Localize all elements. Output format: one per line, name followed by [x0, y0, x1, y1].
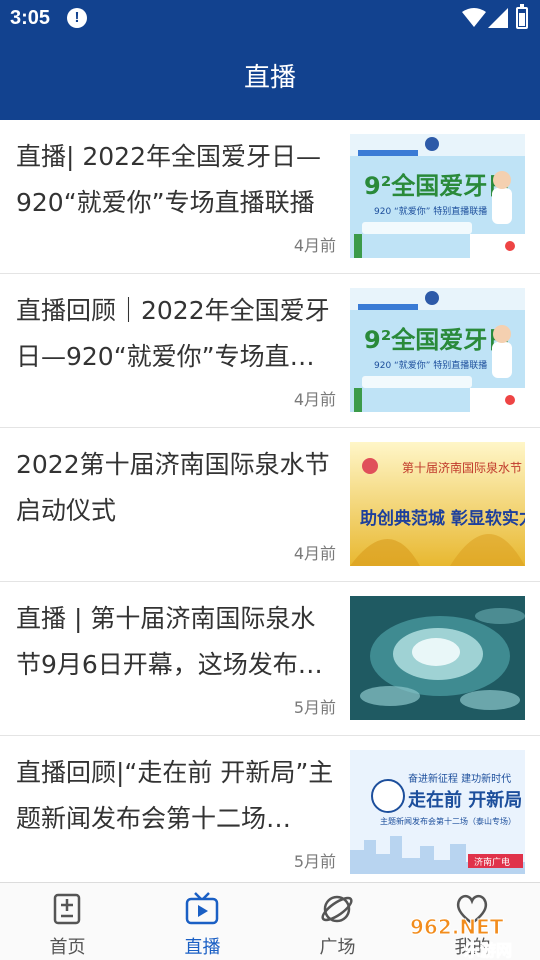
- app-bar: 直播: [0, 36, 540, 120]
- article-title: 2022第十届济南国际泉水节启动仪式: [16, 450, 330, 525]
- list-item[interactable]: 直播回顾｜2022年全国爱牙日—920“就爱你”专场直… 4月前 9²全国爱牙日…: [0, 274, 540, 428]
- article-thumbnail: 奋进新征程 建功新时代 走在前 开新局 主题新闻发布会第十二场（泰山专场） 济南…: [350, 750, 525, 874]
- tv-play-icon: [185, 892, 219, 925]
- tab-label: 广场: [319, 937, 356, 958]
- thumb-line2: 走在前 开新局: [408, 789, 522, 811]
- watermark-bottom: 乐游网: [464, 941, 512, 960]
- tab-label: 直播: [184, 937, 221, 958]
- thumb-line3: 主题新闻发布会第十二场（泰山专场）: [380, 816, 516, 826]
- thumb-sub-text: 920 “就爱你” 特别直播联播: [374, 359, 487, 371]
- thumb-top-text: 第十届济南国际泉水节: [402, 460, 522, 475]
- watermark-logo: 962.NET 乐游网: [410, 915, 513, 960]
- article-thumbnail: 9²全国爱牙日 920 “就爱你” 特别直播联播: [350, 134, 525, 258]
- wifi-icon: [462, 8, 486, 27]
- article-thumbnail: [350, 596, 525, 720]
- article-thumbnail: 第十届济南国际泉水节 助创典范城 彰显软实力: [350, 442, 525, 566]
- cell-signal-icon: [488, 8, 508, 28]
- article-title: 直播回顾|“走在前 开新局”主题新闻发布会第十二场…: [16, 758, 334, 833]
- thumb-sub-text: 920 “就爱你” 特别直播联播: [374, 205, 487, 217]
- planet-icon: [321, 895, 353, 923]
- article-title: 直播| 2022年全国爱牙日—920“就爱你”专场直播联播: [16, 142, 321, 217]
- status-time: 3:05: [10, 7, 51, 29]
- home-document-icon: [53, 893, 81, 925]
- battery-icon: [516, 4, 528, 29]
- article-time: 5月前: [293, 698, 336, 717]
- alert-icon: !: [67, 8, 87, 28]
- tab-plaza[interactable]: 广场: [270, 883, 405, 960]
- article-thumbnail: 9²全国爱牙日 920 “就爱你” 特别直播联播: [350, 288, 525, 412]
- article-title: 直播回顾｜2022年全国爱牙日—920“就爱你”专场直…: [16, 296, 330, 371]
- article-list[interactable]: 直播| 2022年全国爱牙日—920“就爱你”专场直播联播 4月前 9²全国爱牙…: [0, 120, 540, 882]
- article-time: 4月前: [293, 544, 336, 563]
- article-time: 4月前: [293, 390, 336, 409]
- tab-live[interactable]: 直播: [135, 883, 270, 960]
- tab-label: 首页: [49, 937, 86, 958]
- article-title: 直播 | 第十届济南国际泉水节9月6日开幕，这场发布…: [16, 604, 323, 679]
- list-item[interactable]: 直播回顾|“走在前 开新局”主题新闻发布会第十二场… 5月前 奋进新征程 建功新…: [0, 736, 540, 882]
- watermark-top: 962.NET: [410, 915, 504, 939]
- page-title: 直播: [243, 63, 296, 93]
- thumb-line1: 奋进新征程 建功新时代: [408, 772, 511, 785]
- list-item[interactable]: 直播| 2022年全国爱牙日—920“就爱你”专场直播联播 4月前 9²全国爱牙…: [0, 120, 540, 274]
- tab-home[interactable]: 首页: [0, 883, 135, 960]
- thumb-main-text: 助创典范城 彰显软实力: [360, 508, 525, 529]
- article-time: 4月前: [293, 236, 336, 255]
- article-time: 5月前: [293, 852, 336, 871]
- thumb-big-text: 9²全国爱牙日: [364, 172, 511, 200]
- list-item[interactable]: 直播 | 第十届济南国际泉水节9月6日开幕，这场发布… 5月前: [0, 582, 540, 736]
- thumb-big-text: 9²全国爱牙日: [364, 326, 511, 354]
- status-bar: 3:05 !: [0, 0, 540, 36]
- list-item[interactable]: 2022第十届济南国际泉水节启动仪式 4月前 第十届济南国际泉水节 助创典范城 …: [0, 428, 540, 582]
- thumb-badge: 济南广电: [474, 856, 510, 868]
